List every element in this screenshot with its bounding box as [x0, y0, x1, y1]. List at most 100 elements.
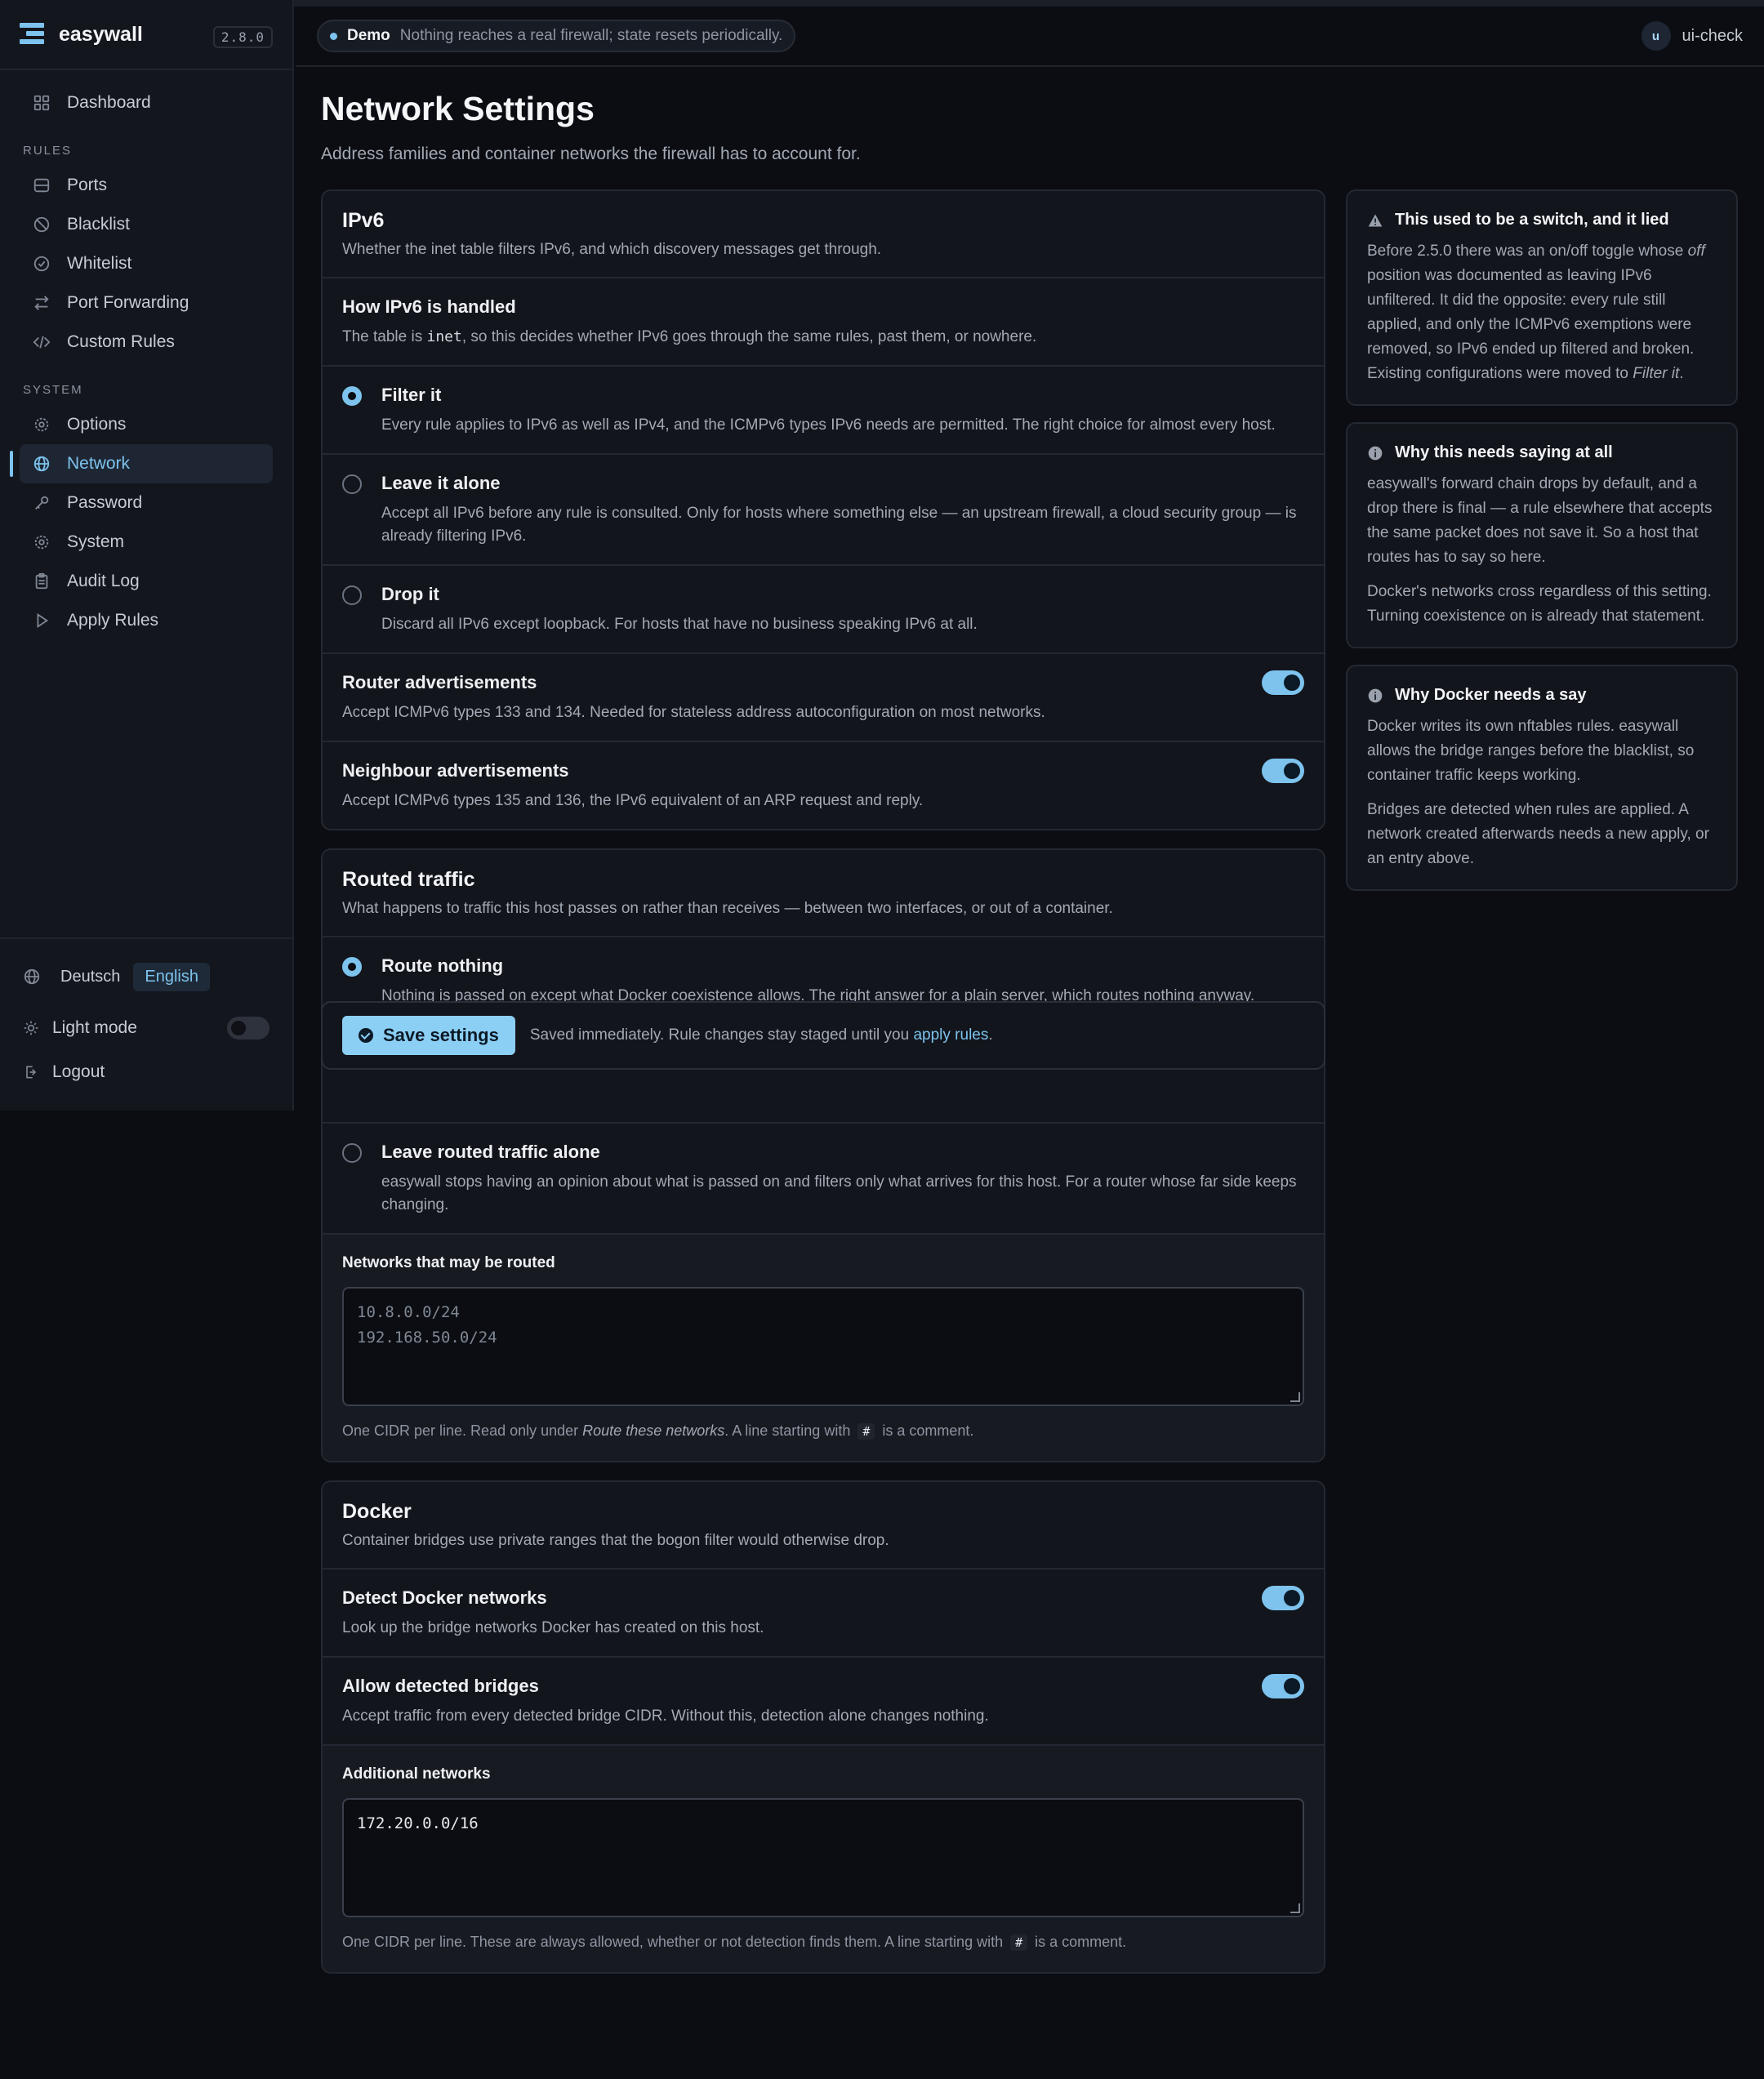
info-column: This used to be a switch, and it lied Be… [1346, 189, 1738, 907]
field-hint: One CIDR per line. These are always allo… [342, 1934, 1127, 1951]
sun-icon [24, 1021, 38, 1035]
setting-desc: Accept traffic from every detected bridg… [342, 1707, 989, 1725]
radio-selected[interactable] [342, 957, 362, 977]
card-title: Routed traffic [342, 868, 475, 891]
save-button-label: Save settings [383, 1025, 499, 1045]
clipboard-icon [35, 572, 48, 590]
sidebar-item-audit-log[interactable]: Audit Log [20, 562, 273, 601]
language-deutsch[interactable]: Deutsch [60, 968, 120, 986]
option-title: Leave routed traffic alone [381, 1142, 600, 1162]
language-switcher: Deutsch English [23, 960, 270, 993]
option-desc: Discard all IPv6 except loopback. For ho… [381, 616, 978, 633]
sidebar-item-network[interactable]: Network [10, 444, 273, 483]
page-title: Network Settings [321, 90, 595, 127]
cog-icon [34, 535, 49, 550]
sidebar-item-apply-rules[interactable]: Apply Rules [20, 601, 273, 640]
topbar: Demo Nothing reaches a real firewall; st… [296, 7, 1764, 67]
sidebar-item-custom-rules[interactable]: Custom Rules [20, 323, 273, 362]
sidebar-item-label: Whitelist [67, 254, 132, 273]
sidebar-item-options[interactable]: Options [20, 405, 273, 444]
info-text: Docker's networks cross regardless of th… [1367, 583, 1712, 625]
sidebar-item-whitelist[interactable]: Whitelist [20, 244, 273, 283]
allow-bridges-toggle[interactable] [1262, 1674, 1304, 1698]
info-title: Why Docker needs a say [1395, 686, 1587, 704]
easywall-logo-icon[interactable] [20, 23, 44, 46]
demo-text: Nothing reaches a real firewall; state r… [399, 27, 783, 44]
sidebar-item-password[interactable]: Password [20, 483, 273, 523]
sidebar-header: easywall 2.8.0 [0, 0, 292, 70]
radio-unselected[interactable] [342, 1143, 362, 1163]
card-title: IPv6 [342, 209, 385, 232]
sidebar-item-label: System [67, 532, 125, 551]
sidebar-item-blacklist[interactable]: Blacklist [20, 205, 273, 244]
routed-option-leave-alone[interactable]: Leave routed traffic alone easywall stop… [323, 1124, 1324, 1235]
setting-title: Router advertisements [342, 672, 537, 692]
option-title: Leave it alone [381, 473, 501, 493]
sidebar-item-label: Ports [67, 176, 108, 194]
sidebar-item-port-forwarding[interactable]: Port Forwarding [20, 283, 273, 323]
info-icon [1368, 446, 1383, 460]
light-mode-row: Light mode [23, 1006, 270, 1050]
logout-label: Logout [52, 1062, 105, 1081]
card-description: Whether the inet table filters IPv6, and… [342, 241, 882, 258]
setting-title: Allow detected bridges [342, 1676, 539, 1696]
page-subtitle: Address families and container networks … [321, 145, 861, 163]
sidebar-item-label: Custom Rules [67, 332, 175, 351]
card-description: What happens to traffic this host passes… [342, 900, 1113, 917]
info-text: Bridges are detected when rules are appl… [1367, 801, 1709, 867]
sidebar-item-label: Port Forwarding [67, 293, 189, 312]
user-menu[interactable]: u ui-check [1641, 21, 1743, 51]
router-advertisements-toggle[interactable] [1262, 670, 1304, 695]
sidebar-item-ports[interactable]: Ports [20, 166, 273, 205]
additional-networks-panel: Additional networks 172.20.0.0/16 One CI… [323, 1746, 1324, 1972]
save-settings-button[interactable]: Save settings [342, 1016, 515, 1055]
option-title: Drop it [381, 584, 439, 604]
main-content: Network Settings Address families and co… [321, 82, 1738, 1974]
additional-networks-textarea[interactable]: 172.20.0.0/16 [342, 1798, 1304, 1917]
sidebar-item-label: Blacklist [67, 215, 131, 234]
info-text: Docker writes its own nftables rules. ea… [1367, 718, 1695, 784]
sidebar-item-system[interactable]: System [20, 523, 273, 562]
info-title: This used to be a switch, and it lied [1395, 211, 1669, 229]
field-hint: One CIDR per line. Read only under Route… [342, 1422, 974, 1440]
info-title: Why this needs saying at all [1395, 443, 1613, 461]
router-advertisements-row: Router advertisements Accept ICMPv6 type… [323, 654, 1324, 742]
info-text: easywall's forward chain drops by defaul… [1367, 475, 1713, 566]
server-icon [33, 178, 50, 193]
apply-rules-link[interactable]: apply rules [913, 1026, 988, 1044]
language-english[interactable]: English [133, 962, 210, 991]
field-label: Additional networks [342, 1765, 491, 1783]
sidebar-item-label: Password [67, 493, 143, 512]
logout-link[interactable]: Logout [23, 1050, 270, 1094]
radio-unselected[interactable] [342, 585, 362, 605]
light-mode-toggle[interactable] [227, 1017, 270, 1040]
ipv6-option-drop[interactable]: Drop it Discard all IPv6 except loopback… [323, 566, 1324, 654]
sidebar-item-label: Audit Log [67, 572, 140, 590]
info-card-why-saying: Why this needs saying at all easywall's … [1346, 422, 1738, 648]
sidebar-nav: Dashboard RULES Ports Blacklist Whitelis… [0, 70, 292, 640]
brand-name[interactable]: easywall [59, 23, 143, 47]
system-section-heading: SYSTEM [23, 383, 83, 397]
globe-icon [24, 968, 40, 985]
ipv6-handling-desc: The table is inet, so this decides wheth… [342, 328, 1037, 345]
routed-networks-textarea[interactable]: 10.8.0.0/24 192.168.50.0/24 [342, 1287, 1304, 1406]
option-desc: Accept all IPv6 before any rule is consu… [381, 505, 1297, 545]
card-title: Docker [342, 1500, 412, 1523]
globe-icon [33, 456, 50, 472]
ipv6-handling-title: How IPv6 is handled [342, 296, 516, 317]
detect-docker-toggle[interactable] [1262, 1586, 1304, 1610]
light-mode-label: Light mode [52, 1018, 137, 1037]
ipv6-card: IPv6 Whether the inet table filters IPv6… [321, 189, 1325, 830]
settings-column: IPv6 Whether the inet table filters IPv6… [321, 189, 1325, 1992]
detect-docker-row: Detect Docker networks Look up the bridg… [323, 1569, 1324, 1658]
sidebar-item-dashboard[interactable]: Dashboard [20, 83, 273, 122]
radio-selected[interactable] [342, 386, 362, 406]
ipv6-option-leave[interactable]: Leave it alone Accept all IPv6 before an… [323, 455, 1324, 566]
check-icon [359, 1028, 373, 1043]
neighbour-advertisements-toggle[interactable] [1262, 759, 1304, 783]
arrows-swap-icon [34, 296, 49, 310]
save-bar: Save settings Saved immediately. Rule ch… [321, 1001, 1325, 1070]
ipv6-option-filter[interactable]: Filter it Every rule applies to IPv6 as … [323, 367, 1324, 455]
radio-unselected[interactable] [342, 474, 362, 494]
routed-traffic-card: Routed traffic What happens to traffic t… [321, 848, 1325, 1462]
